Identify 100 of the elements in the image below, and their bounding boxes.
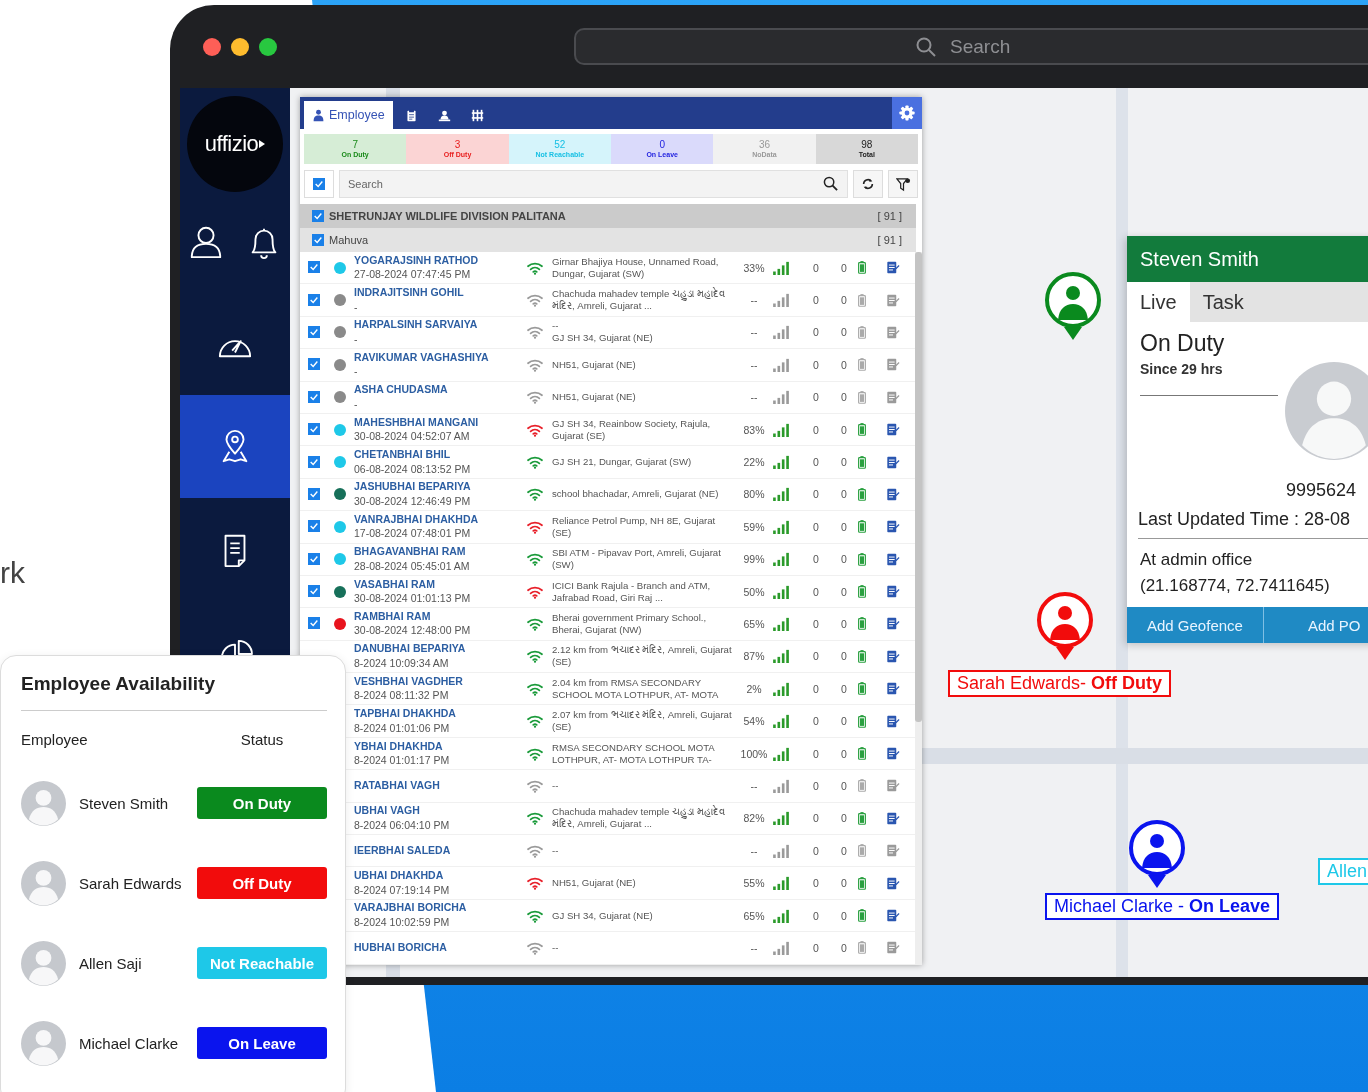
note-icon[interactable] bbox=[886, 261, 900, 275]
employee-name: Michael Clarke bbox=[79, 1034, 180, 1052]
employee-name[interactable]: TAPBHAI DHAKHDA bbox=[354, 708, 526, 720]
employee-name[interactable]: VASABHAI RAM bbox=[354, 578, 526, 591]
note-icon[interactable] bbox=[886, 682, 900, 696]
timestamp: 30-08-2024 12:48:00 PM bbox=[354, 625, 472, 638]
note-icon[interactable] bbox=[886, 423, 900, 437]
checkbox[interactable] bbox=[312, 234, 324, 246]
employee-name[interactable]: ASHA CHUDASMA bbox=[354, 384, 526, 396]
filter-icon bbox=[895, 176, 911, 192]
maximize-button[interactable] bbox=[259, 37, 277, 56]
battery-icon bbox=[858, 487, 866, 501]
employee-name[interactable]: UBHAI DHAKHDA bbox=[354, 870, 526, 882]
checkbox[interactable] bbox=[308, 585, 320, 598]
count-value: 0 bbox=[812, 682, 820, 695]
battery-icon bbox=[858, 390, 866, 404]
status-button[interactable]: Off Duty bbox=[197, 867, 327, 899]
logo[interactable]: uffizio bbox=[187, 96, 283, 192]
checkbox[interactable] bbox=[308, 293, 320, 306]
status-button[interactable]: On Leave bbox=[197, 1027, 327, 1059]
refresh-button[interactable] bbox=[853, 170, 883, 198]
employee-name[interactable]: CHETANBHAI BHIL bbox=[354, 449, 526, 461]
employee-name[interactable]: UBHAI VAGH bbox=[354, 805, 526, 817]
checkbox[interactable] bbox=[313, 178, 325, 190]
note-icon[interactable] bbox=[886, 909, 900, 922]
employee-name[interactable]: RAVIKUMAR VAGHASHIYA bbox=[354, 351, 526, 364]
employee-name[interactable]: YBHAI DHAKHDA bbox=[354, 740, 526, 753]
note-icon[interactable] bbox=[886, 617, 900, 631]
address-text: -- bbox=[552, 779, 560, 792]
employee-name[interactable]: HARPALSINH SARVAIYA bbox=[354, 319, 526, 331]
arrow-icon bbox=[259, 140, 266, 148]
battery-level: 59% bbox=[742, 520, 766, 533]
note-icon[interactable] bbox=[886, 747, 900, 761]
note-icon[interactable] bbox=[886, 487, 900, 501]
note-icon[interactable] bbox=[886, 585, 900, 599]
battery-level: 65% bbox=[742, 909, 766, 922]
count-value: 0 bbox=[812, 909, 820, 922]
popup-action-button[interactable]: Add PO bbox=[1262, 607, 1361, 643]
side-text: rk bbox=[0, 556, 25, 590]
scrollbar[interactable] bbox=[915, 252, 922, 965]
group-header[interactable]: Mahuva [ 91 ] bbox=[300, 228, 916, 252]
count-value: 0 bbox=[840, 682, 848, 695]
checkbox[interactable] bbox=[312, 210, 324, 222]
checkbox[interactable] bbox=[308, 617, 320, 630]
battery-icon bbox=[858, 520, 866, 534]
avatar bbox=[21, 940, 66, 986]
employee-name[interactable]: HUBHAI BORICHA bbox=[354, 942, 526, 954]
checkbox[interactable] bbox=[308, 423, 320, 436]
employee-name[interactable]: DANUBHAI BEPARIYA bbox=[354, 643, 526, 655]
location-pin[interactable] bbox=[1127, 818, 1187, 890]
employee-name[interactable]: YOGARAJSINH RATHOD bbox=[354, 254, 526, 267]
note-icon[interactable] bbox=[886, 876, 900, 890]
employee-name[interactable]: RAMBHAI RAM bbox=[354, 610, 526, 623]
status-button[interactable]: On Duty bbox=[197, 787, 327, 819]
location-pin[interactable] bbox=[1035, 590, 1095, 662]
checkbox[interactable] bbox=[308, 520, 320, 533]
checkbox[interactable] bbox=[308, 487, 320, 500]
battery-icon bbox=[858, 779, 866, 793]
location-pin[interactable] bbox=[1043, 270, 1103, 342]
popup-action-button[interactable]: Add Geofence bbox=[1127, 607, 1243, 643]
employee-name[interactable]: MAHESHBHAI MANGANI bbox=[354, 416, 526, 429]
note-icon[interactable] bbox=[886, 455, 900, 469]
checkbox[interactable] bbox=[308, 358, 320, 371]
checkbox[interactable] bbox=[308, 390, 320, 403]
checkbox[interactable] bbox=[308, 552, 320, 565]
battery-icon bbox=[858, 909, 866, 922]
employee-name[interactable]: JASHUBHAI BEPARIYA bbox=[354, 481, 526, 493]
timestamp: - bbox=[354, 301, 359, 314]
search-field[interactable]: Search bbox=[574, 28, 1368, 65]
checkbox[interactable] bbox=[308, 261, 320, 274]
note-icon[interactable] bbox=[886, 811, 900, 825]
settings-button[interactable] bbox=[892, 97, 922, 129]
address-text: NH51, Gujarat (NE) bbox=[552, 877, 637, 890]
minimize-button[interactable] bbox=[231, 37, 249, 56]
note-icon[interactable] bbox=[886, 552, 900, 566]
employee-name[interactable]: BHAGAVANBHAI RAM bbox=[354, 546, 526, 558]
employee-name[interactable]: VANRAJBHAI DHAKHDA bbox=[354, 513, 526, 526]
note-icon[interactable] bbox=[886, 714, 900, 728]
employee-name[interactable]: INDRAJITSINH GOHIL bbox=[354, 287, 526, 299]
battery-level: 2% bbox=[745, 682, 763, 695]
filter-button[interactable] bbox=[888, 170, 918, 198]
popup-tab[interactable]: Task bbox=[1189, 282, 1368, 322]
note-icon[interactable] bbox=[886, 520, 900, 534]
group-header[interactable]: SHETRUNJAY WILDLIFE DIVISION PALITANA [ 91 ] bbox=[300, 204, 916, 228]
address-text: 2.07 km from ભચાદર મંદિર, Amreli, Gujarat (SE) bbox=[552, 709, 733, 734]
employee-name[interactable]: VARAJBHAI BORICHA bbox=[354, 902, 526, 914]
battery-icon bbox=[858, 293, 866, 307]
employee-tab[interactable]: Employee bbox=[304, 101, 393, 129]
checkbox[interactable] bbox=[308, 455, 320, 468]
last-updated-text: Last Updated Time : 28-08 bbox=[1138, 509, 1352, 530]
close-button[interactable] bbox=[203, 37, 221, 56]
battery-icon bbox=[858, 358, 866, 372]
employee-name[interactable]: VESHBHAI VAGDHER bbox=[354, 675, 526, 688]
employee-name[interactable]: RATABHAI VAGH bbox=[354, 780, 526, 792]
avatar bbox=[21, 1020, 66, 1066]
employee-name[interactable]: IEERBHAI SALEDA bbox=[354, 844, 526, 857]
checkbox[interactable] bbox=[308, 325, 320, 338]
note-icon[interactable] bbox=[886, 649, 900, 663]
timestamp: 27-08-2024 07:47:45 PM bbox=[354, 269, 472, 281]
address-text: Girnar Bhajiya House, Unnamed Road, Dungar, Gujarat (SW) bbox=[552, 255, 720, 280]
